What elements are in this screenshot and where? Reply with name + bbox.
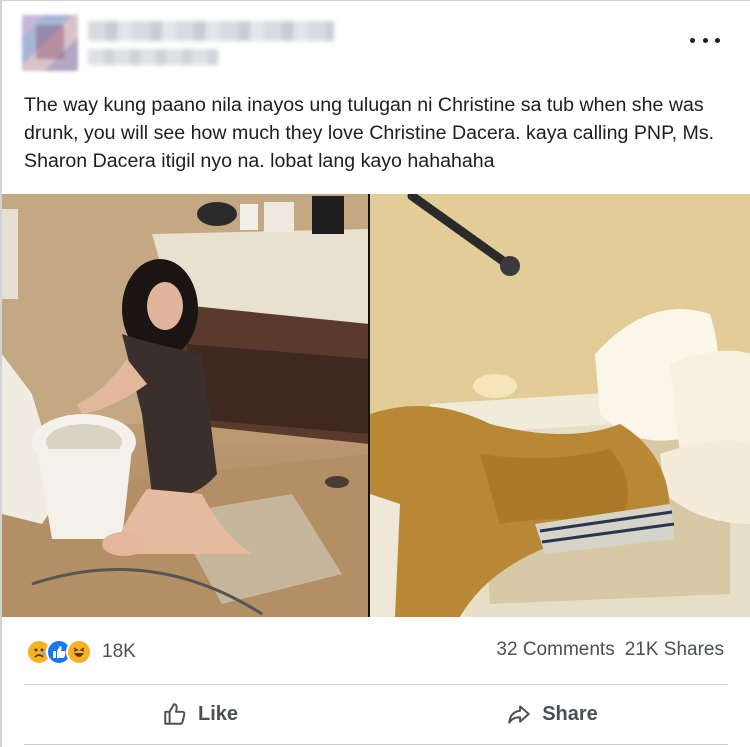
photo-left-illustration xyxy=(2,194,369,617)
share-arrow-icon xyxy=(508,705,530,724)
photo-right-illustration xyxy=(370,194,750,617)
reaction-summary[interactable]: 18K xyxy=(26,637,136,667)
share-label: Share xyxy=(542,702,598,725)
post-meta-redacted xyxy=(88,49,218,65)
share-button[interactable]: Share xyxy=(376,691,728,737)
more-options-button[interactable] xyxy=(690,33,720,47)
post-photos[interactable] xyxy=(2,194,750,617)
like-button[interactable]: Like xyxy=(24,691,376,737)
divider xyxy=(24,684,728,685)
more-dot-icon xyxy=(702,37,708,43)
post-header xyxy=(22,15,342,79)
reaction-count[interactable]: 18K xyxy=(102,641,136,663)
post-caption: The way kung paano nila inayos ung tulug… xyxy=(24,94,715,172)
divider xyxy=(24,744,728,745)
more-dot-icon xyxy=(715,37,720,43)
photo-bathroom-toilet[interactable] xyxy=(2,194,369,617)
more-dot-icon xyxy=(690,37,695,43)
shares-count-link[interactable]: 21K Shares xyxy=(625,639,724,661)
photo-bathtub-bed[interactable] xyxy=(370,194,750,617)
comments-count-link[interactable]: 32 Comments xyxy=(496,639,614,661)
post-stats: 32 Comments 21K Shares xyxy=(496,639,724,661)
avatar[interactable] xyxy=(22,15,78,71)
thumbs-up-icon xyxy=(164,703,186,725)
haha-icon xyxy=(66,639,92,665)
author-name-redacted[interactable] xyxy=(88,21,334,41)
post-actions: Like Share xyxy=(24,691,728,737)
facebook-post: The way kung paano nila inayos ung tulug… xyxy=(0,0,750,747)
like-label: Like xyxy=(197,702,239,725)
